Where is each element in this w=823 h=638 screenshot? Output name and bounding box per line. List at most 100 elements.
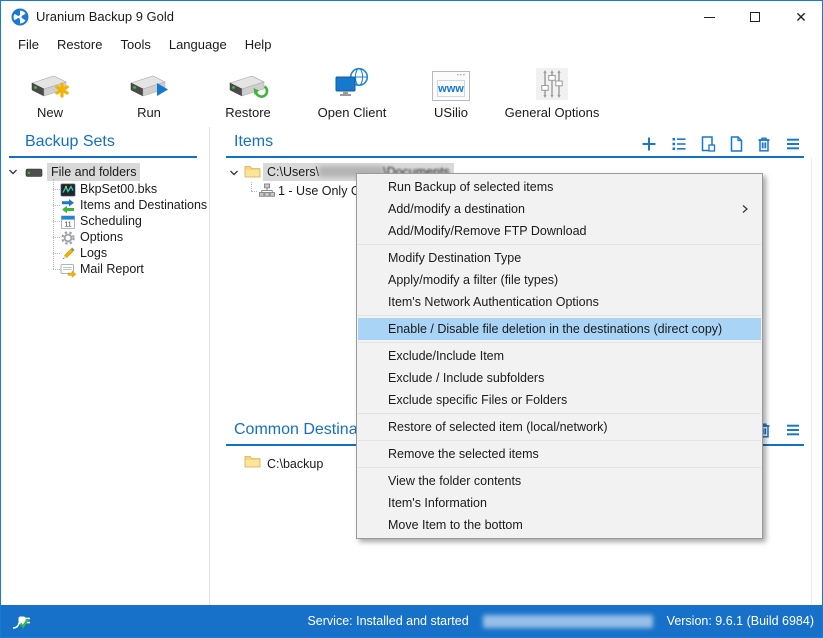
menu-restore[interactable]: Restore [48,33,112,57]
delete-item-button[interactable] [755,135,773,153]
window-dots-icon: ••• [457,74,466,78]
menu-item-view-folder-contents[interactable]: View the folder contents [358,470,761,492]
menu-separator [358,413,761,414]
tree-item-options[interactable]: Options [80,229,123,245]
backup-sets-underline [9,156,197,158]
menu-item-remove-selected[interactable]: Remove the selected items [358,443,761,465]
tree-connector [251,191,257,192]
menu-item-apply-filter[interactable]: Apply/modify a filter (file types) [358,269,761,291]
menu-separator [358,244,761,245]
plug-icon [11,612,33,630]
path-prefix: C:\Users\ [267,165,319,179]
context-menu: Run Backup of selected items Add/modify … [356,173,763,539]
menu-item-items-information[interactable]: Item's Information [358,492,761,514]
tree-connector [53,237,60,238]
chevron-down-icon[interactable] [229,168,239,178]
toolbar-open-client-button[interactable]: Open Client [307,59,397,121]
toolbar-general-options-button[interactable]: General Options [502,59,602,121]
items-underline [226,156,804,158]
menu-language[interactable]: Language [160,33,236,57]
paste-icon [699,135,717,153]
menu-separator [358,342,761,343]
backup-sets-title: Backup Sets [25,133,115,151]
tree-connector [53,189,60,190]
panel-edge-line [811,158,812,604]
menu-file[interactable]: File [9,33,48,57]
destinations-menu-button[interactable] [784,421,802,439]
drive-restore-icon [213,59,283,101]
menu-item-run-backup[interactable]: Run Backup of selected items [358,176,761,198]
add-item-button[interactable] [640,135,658,153]
mail-report-icon [60,262,77,278]
paste-item-button[interactable] [699,135,717,153]
maximize-icon [750,12,760,22]
menu-item-exclude-include-subfolders[interactable]: Exclude / Include subfolders [358,367,761,389]
sitemap-icon [259,183,275,198]
pencil-icon [60,246,76,262]
drive-icon [25,166,43,179]
tree-item-bkpset[interactable]: BkpSet00.bks [80,181,157,197]
document-icon [727,135,745,153]
maximize-button[interactable] [732,2,778,32]
menu-help[interactable]: Help [236,33,281,57]
window-title: Uranium Backup 9 Gold [36,1,174,33]
list-view-button[interactable] [670,135,688,153]
toolbar-run-label: Run [114,105,184,120]
menu-item-network-auth[interactable]: Item's Network Authentication Options [358,291,761,313]
minimize-button[interactable] [686,2,732,32]
plus-icon [643,138,656,151]
app-window: Uranium Backup 9 Gold ✕ File Restore Too… [0,0,823,638]
toolbar-usilio-button[interactable]: ••• www USilio [416,59,486,121]
menu-bar: File Restore Tools Language Help [1,33,280,57]
title-bar: Uranium Backup 9 Gold ✕ [1,1,822,33]
new-document-button[interactable] [727,135,745,153]
hamburger-icon [784,135,802,153]
drive-new-icon [15,59,85,101]
toolbar-new-label: New [15,105,85,120]
menu-item-exclude-specific[interactable]: Exclude specific Files or Folders [358,389,761,411]
menu-item-add-destination[interactable]: Add/modify a destination [358,198,761,220]
menu-item-exclude-include-item[interactable]: Exclude/Include Item [358,345,761,367]
close-button[interactable]: ✕ [778,2,823,32]
tree-connector [53,269,60,270]
trash-icon [755,135,773,153]
tree-item-scheduling[interactable]: Scheduling [80,213,142,229]
menu-item-enable-disable-deletion[interactable]: Enable / Disable file deletion in the de… [358,318,761,340]
tree-item-items-destinations[interactable]: Items and Destinations [80,197,207,213]
items-menu-button[interactable] [784,135,802,153]
toolbar-run-button[interactable]: Run [114,59,184,121]
menu-item-move-to-bottom[interactable]: Move Item to the bottom [358,514,761,536]
tree-connector [251,182,252,191]
menu-item-modify-destination-type[interactable]: Modify Destination Type [358,247,761,269]
chevron-down-icon[interactable] [8,167,18,177]
tree-connector [53,179,54,269]
tree-connector [53,205,60,206]
panel-divider[interactable] [209,127,210,605]
items-title: Items [234,133,273,151]
toolbar-restore-button[interactable]: Restore [213,59,283,121]
items-tree-child[interactable]: 1 - Use Only C [278,183,360,199]
menu-item-ftp-download[interactable]: Add/Modify/Remove FTP Download [358,220,761,242]
minimize-icon [704,17,715,18]
chart-icon [60,182,76,198]
redacted-status-text [483,615,653,628]
close-icon: ✕ [795,10,807,24]
tree-connector [53,253,60,254]
www-text: www [437,80,465,97]
menu-tools[interactable]: Tools [111,33,159,57]
menu-separator [358,440,761,441]
tree-item-logs[interactable]: Logs [80,245,107,261]
tree-item-mail-report[interactable]: Mail Report [80,261,144,277]
tree-item-file-and-folders[interactable]: File and folders [47,163,140,181]
toolbar-usilio-label: USilio [416,105,486,120]
service-status: Service: Installed and started [307,614,468,628]
toolbar-open-client-label: Open Client [307,105,397,120]
toolbar-general-options-label: General Options [502,105,602,120]
menu-item-restore-selected[interactable]: Restore of selected item (local/network) [358,416,761,438]
open-client-icon [307,59,397,101]
gear-icon [60,230,76,246]
toolbar-restore-label: Restore [213,105,283,120]
menu-item-label: Add/modify a destination [388,202,525,216]
destination-item[interactable]: C:\backup [267,456,323,472]
toolbar-new-button[interactable]: New [15,59,85,121]
